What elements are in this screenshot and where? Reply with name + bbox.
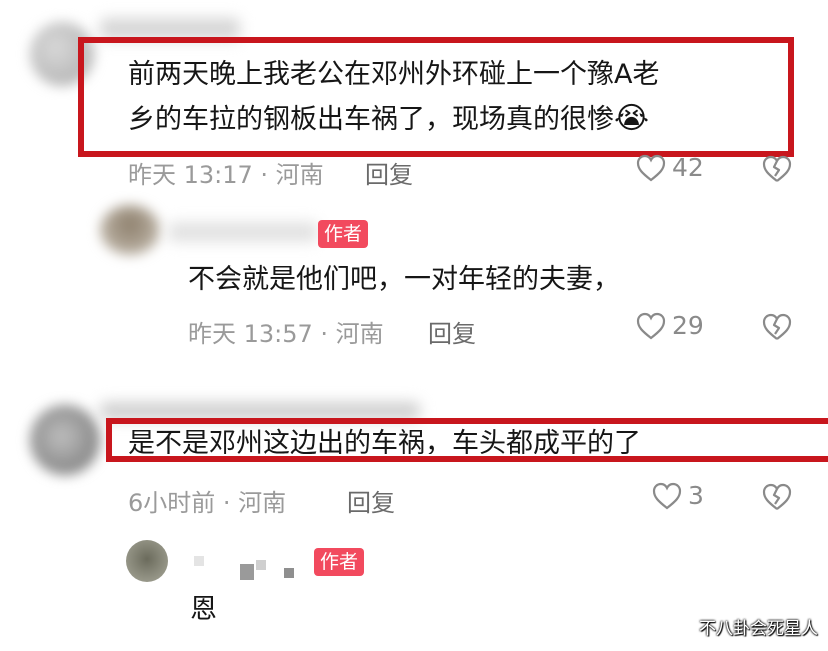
like-button[interactable]: 29 [636, 311, 704, 340]
comment-text: 不会就是他们吧，一对年轻的夫妻， [188, 264, 620, 295]
comment-meta: 6小时前 · 河南 [128, 489, 287, 517]
comment-meta: 昨天 13:57 · 河南 [188, 320, 384, 348]
avatar[interactable] [30, 405, 100, 475]
comment-meta: 昨天 13:17 · 河南 [128, 161, 324, 189]
reply-button[interactable]: 回复 [347, 483, 395, 518]
avatar[interactable] [126, 540, 168, 582]
heart-icon [636, 154, 666, 182]
like-button[interactable]: 42 [636, 153, 704, 182]
dislike-button[interactable] [762, 155, 792, 183]
like-count: 42 [672, 153, 704, 182]
like-button[interactable]: 3 [652, 481, 704, 510]
dislike-button[interactable] [762, 483, 792, 511]
comment-text: 恩 [190, 594, 217, 625]
broken-heart-icon [762, 483, 792, 511]
author-badge: 作者 [318, 220, 369, 248]
dislike-button[interactable] [762, 313, 792, 341]
watermark: 不八卦会死星人 [699, 619, 818, 639]
avatar[interactable] [100, 205, 160, 255]
username-pixelated[interactable] [188, 556, 300, 582]
like-count: 29 [672, 311, 704, 340]
author-badge: 作者 [314, 548, 365, 576]
broken-heart-icon [762, 155, 792, 183]
highlight-box [106, 418, 828, 462]
heart-icon [636, 312, 666, 340]
like-count: 3 [688, 481, 704, 510]
reply-button[interactable]: 回复 [428, 314, 476, 349]
heart-icon [652, 482, 682, 510]
reply-button[interactable]: 回复 [365, 155, 413, 190]
highlight-box [78, 37, 794, 157]
broken-heart-icon [762, 313, 792, 341]
username-blurred[interactable] [168, 222, 318, 242]
